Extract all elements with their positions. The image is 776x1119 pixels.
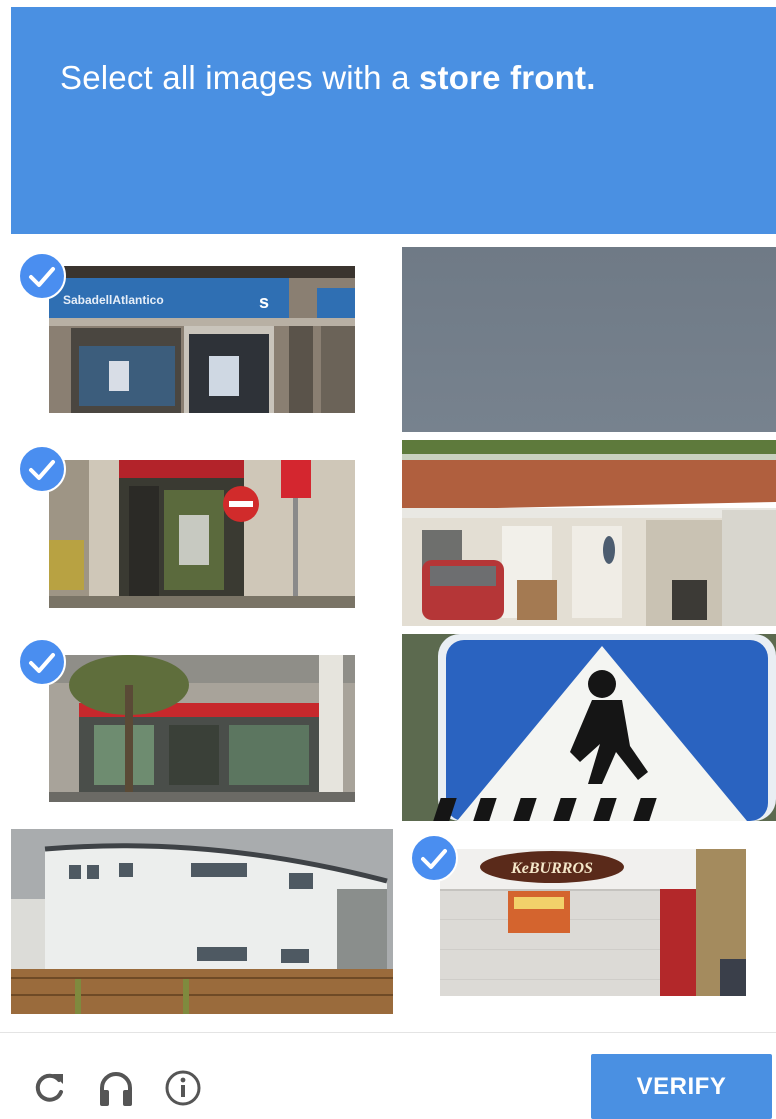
image-tile-3[interactable] (11, 438, 395, 628)
info-icon[interactable] (161, 1066, 205, 1110)
svg-text:s: s (259, 292, 269, 312)
image-tile-5[interactable] (11, 633, 395, 823)
tile-image-storefront-row (49, 655, 355, 802)
instruction-prefix: Select all images with a (60, 59, 419, 96)
instruction-target: store front. (419, 59, 596, 96)
shutter-sign-text: KeBURROS (510, 860, 593, 877)
footer-divider (0, 1032, 776, 1033)
image-tile-4[interactable] (402, 440, 776, 626)
image-tile-6[interactable] (402, 634, 776, 821)
captcha-challenge: Select all images with a store front. Sa… (0, 0, 776, 1119)
image-tile-2[interactable] (402, 247, 776, 432)
tile-image-building (11, 829, 393, 1014)
tile-image-crossing-sign (402, 634, 776, 821)
selected-checkmark-icon (410, 834, 458, 882)
bank-sign-text: SabadellAtlantico (63, 293, 164, 307)
selected-checkmark-icon (18, 638, 66, 686)
tile-image-sky (402, 247, 776, 432)
verify-button[interactable]: VERIFY (591, 1054, 772, 1119)
headphones-icon[interactable] (94, 1066, 138, 1110)
challenge-instruction: Select all images with a store front. (60, 59, 596, 97)
selected-checkmark-icon (18, 252, 66, 300)
image-tile-7[interactable] (11, 829, 393, 1014)
challenge-header: Select all images with a store front. (11, 7, 776, 234)
image-tile-8[interactable]: KeBURROS (402, 829, 776, 1014)
selected-checkmark-icon (18, 445, 66, 493)
reload-icon[interactable] (27, 1066, 71, 1110)
tile-image-bank: SabadellAtlantico s (49, 266, 355, 413)
image-tile-1[interactable]: SabadellAtlantico s (11, 244, 395, 433)
tile-image-shutter-store: KeBURROS (440, 849, 746, 996)
tile-image-shop-entrance (49, 460, 355, 608)
tile-image-house (402, 440, 776, 626)
